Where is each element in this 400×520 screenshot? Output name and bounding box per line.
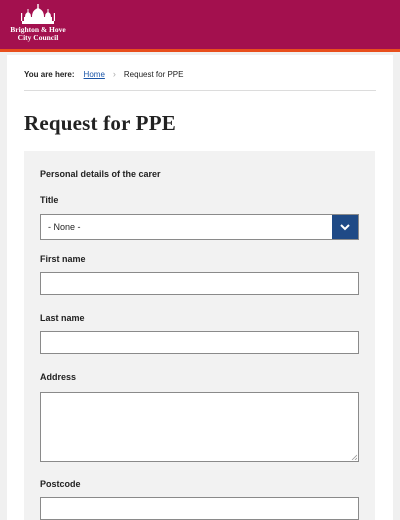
council-logo[interactable]: Brighton & Hove City Council <box>6 4 70 46</box>
breadcrumb: You are here: Home › Request for PPE <box>24 64 376 91</box>
postcode-label: Postcode <box>40 479 81 489</box>
postcode-input[interactable] <box>40 497 359 520</box>
title-select-button[interactable] <box>332 215 358 239</box>
site-header: Brighton & Hove City Council <box>0 0 400 52</box>
title-select-value: - None - <box>48 222 81 232</box>
address-textarea[interactable] <box>40 392 359 462</box>
breadcrumb-home-link[interactable]: Home <box>84 70 105 79</box>
page-content: You are here: Home › Request for PPE Req… <box>7 55 393 520</box>
form-section-legend: Personal details of the carer <box>40 169 161 179</box>
resize-handle-icon[interactable] <box>351 454 357 460</box>
page-title: Request for PPE <box>24 111 176 135</box>
first-name-input[interactable] <box>40 272 359 295</box>
first-name-label: First name <box>40 254 86 264</box>
breadcrumb-label: You are here: <box>24 69 75 79</box>
breadcrumb-current: Request for PPE <box>123 69 184 79</box>
address-label: Address <box>40 372 77 382</box>
request-form: Personal details of the carer Title - No… <box>24 151 375 520</box>
title-label: Title <box>40 195 59 205</box>
title-select[interactable]: - None - <box>40 214 359 240</box>
chevron-right-icon: › <box>112 69 116 79</box>
royal-pavilion-icon <box>21 4 55 24</box>
last-name-label: Last name <box>40 313 85 323</box>
logo-text-line2: City Council <box>17 33 59 42</box>
last-name-input[interactable] <box>40 331 359 354</box>
chevron-down-icon <box>340 224 350 231</box>
